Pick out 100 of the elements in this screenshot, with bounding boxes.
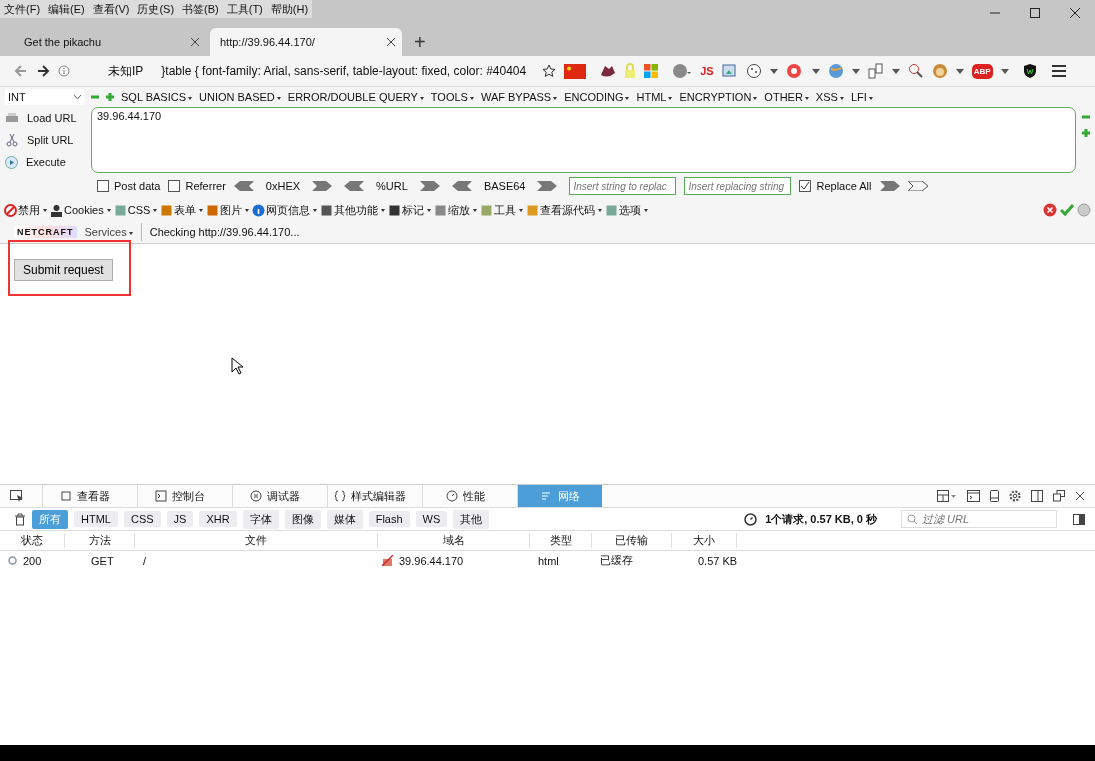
column-header[interactable]: 域名	[378, 533, 530, 548]
cookie-icon[interactable]	[745, 63, 762, 79]
hackbar-menu[interactable]: SQL BASICS	[121, 91, 192, 103]
menu-item[interactable]: 文件(F)	[4, 1, 41, 17]
sidebar-toggle-icon[interactable]	[1073, 513, 1085, 525]
forward-icon[interactable]	[36, 64, 50, 78]
hackbar-menu[interactable]: HTML	[636, 91, 673, 103]
caret-icon[interactable]	[1000, 68, 1009, 74]
hackbar-menu[interactable]: LFI	[850, 91, 873, 103]
console-icon[interactable]	[967, 490, 980, 502]
close-icon[interactable]	[386, 37, 396, 47]
toolbar-menu[interactable]: 工具	[480, 202, 524, 218]
element-picker-icon[interactable]	[10, 490, 24, 502]
hackbar-menu[interactable]: ENCRYPTION	[679, 91, 758, 103]
filter-button[interactable]: JS	[166, 511, 194, 527]
menu-icon[interactable]	[1050, 64, 1067, 78]
image-icon[interactable]	[721, 63, 738, 79]
globe-icon[interactable]	[672, 63, 693, 79]
hackbar-menu[interactable]: TOOLS	[430, 91, 474, 103]
toolbar-menu[interactable]: 表单	[160, 202, 204, 218]
adblock-button[interactable]: ABP	[971, 63, 993, 79]
menu-item[interactable]: 查看(V)	[92, 1, 130, 17]
person-icon[interactable]	[50, 203, 63, 217]
toolbar-menu[interactable]: Cookies	[50, 203, 111, 217]
square-icon[interactable]	[320, 203, 334, 217]
toolbar-menu[interactable]: 禁用	[4, 202, 47, 218]
filter-button[interactable]: XHR	[199, 511, 237, 527]
pause-icon[interactable]	[250, 490, 262, 502]
replace-field[interactable]: Insert string to replac	[569, 177, 677, 195]
replace-all-checkbox[interactable]: Replace All	[799, 180, 872, 192]
split-pane-icon[interactable]	[1031, 490, 1043, 502]
maximize-icon[interactable]	[1029, 7, 1041, 19]
toolbar-menu[interactable]: 查看源代码	[526, 202, 603, 218]
menu-item[interactable]: 帮助(H)	[270, 1, 309, 17]
pages-icon[interactable]	[867, 63, 884, 79]
column-header[interactable]: 文件	[135, 533, 378, 548]
caret-icon[interactable]	[891, 68, 900, 74]
devtools-tab[interactable]: 性能	[422, 485, 507, 507]
toolbar-menu[interactable]: 标记	[388, 202, 432, 218]
left-arrow-icon[interactable]	[451, 181, 472, 191]
braces-icon[interactable]	[334, 490, 346, 502]
referrer-checkbox[interactable]: Referrer	[168, 180, 226, 192]
menu-item[interactable]: 历史(S)	[137, 1, 175, 17]
phone-icon[interactable]	[990, 490, 999, 502]
checkmark-icon[interactable]	[1060, 203, 1074, 217]
plus-icon[interactable]	[1082, 129, 1090, 137]
browser-tab[interactable]: Get the pikachu	[14, 28, 206, 56]
search-icon[interactable]	[907, 63, 924, 79]
right-arrow-icon[interactable]	[419, 181, 440, 191]
hackbar-menu[interactable]: UNION BASED	[199, 91, 281, 103]
hackbar-menu[interactable]: ERROR/DOUBLE QUERY	[287, 91, 424, 103]
mode-select[interactable]: INT	[5, 89, 84, 105]
netcraft-logo[interactable]: NETCRAFT	[14, 226, 77, 238]
gauge-icon[interactable]	[445, 490, 458, 502]
hackbar-action-button[interactable]: Split URL	[27, 133, 74, 146]
filter-button[interactable]: 其他	[453, 509, 490, 529]
filter-button[interactable]: HTML	[74, 511, 118, 527]
devtools-tab[interactable]: 查看器	[42, 485, 127, 507]
devtools-tab[interactable]: 调试器	[232, 485, 317, 507]
toolbar-menu[interactable]: 网页信息	[252, 202, 318, 218]
right-arrow-icon[interactable]	[879, 181, 900, 191]
terminal-icon[interactable]	[155, 490, 167, 502]
menu-item[interactable]: 书签(B)	[182, 1, 219, 17]
prohibited-icon[interactable]	[4, 203, 17, 217]
layout-icon[interactable]	[937, 490, 957, 502]
url-filter-field[interactable]: 过滤 URL	[901, 510, 1057, 528]
right-arrow-icon[interactable]	[537, 181, 558, 191]
trash-icon[interactable]	[14, 512, 26, 526]
grid-logo-icon[interactable]	[644, 64, 659, 78]
flag-icon[interactable]	[564, 63, 587, 79]
left-arrow-icon[interactable]	[233, 181, 254, 191]
filter-button[interactable]: 媒体	[326, 509, 363, 529]
column-header[interactable]: 方法	[65, 533, 135, 548]
toolbar-menu[interactable]: 其他功能	[320, 202, 386, 218]
toolbar-menu[interactable]: CSS	[113, 203, 158, 217]
info-icon[interactable]	[252, 203, 266, 217]
back-icon[interactable]	[14, 64, 28, 78]
filter-button[interactable]: WS	[415, 511, 448, 527]
caret-icon[interactable]	[811, 68, 820, 74]
menu-item[interactable]: 编辑(E)	[48, 1, 85, 17]
right-arrow-icon[interactable]	[907, 181, 928, 191]
menu-item[interactable]: 工具(T)	[226, 1, 263, 17]
column-header[interactable]: 已传输	[592, 533, 672, 548]
globe-icon[interactable]	[827, 63, 844, 79]
check-icon[interactable]	[800, 181, 811, 191]
error-icon[interactable]	[1043, 203, 1057, 217]
hackbar-action-button[interactable]: Execute	[26, 156, 66, 168]
services-menu[interactable]: Services	[84, 226, 133, 238]
filter-button[interactable]: CSS	[123, 511, 161, 527]
star-icon[interactable]	[542, 64, 557, 78]
caret-icon[interactable]	[73, 94, 82, 100]
minus-icon[interactable]	[1082, 113, 1090, 121]
hackbar-menu[interactable]: XSS	[815, 91, 844, 103]
settings-icon[interactable]	[1009, 490, 1021, 502]
browser-tab[interactable]: http://39.96.44.170/	[210, 28, 402, 56]
replacement-field[interactable]: Insert replacing string	[684, 177, 792, 195]
devtools-tab[interactable]: 样式编辑器	[327, 485, 412, 507]
caret-icon[interactable]	[955, 68, 964, 74]
submit-button[interactable]: Submit request	[14, 259, 113, 281]
close-icon[interactable]	[1075, 491, 1085, 501]
